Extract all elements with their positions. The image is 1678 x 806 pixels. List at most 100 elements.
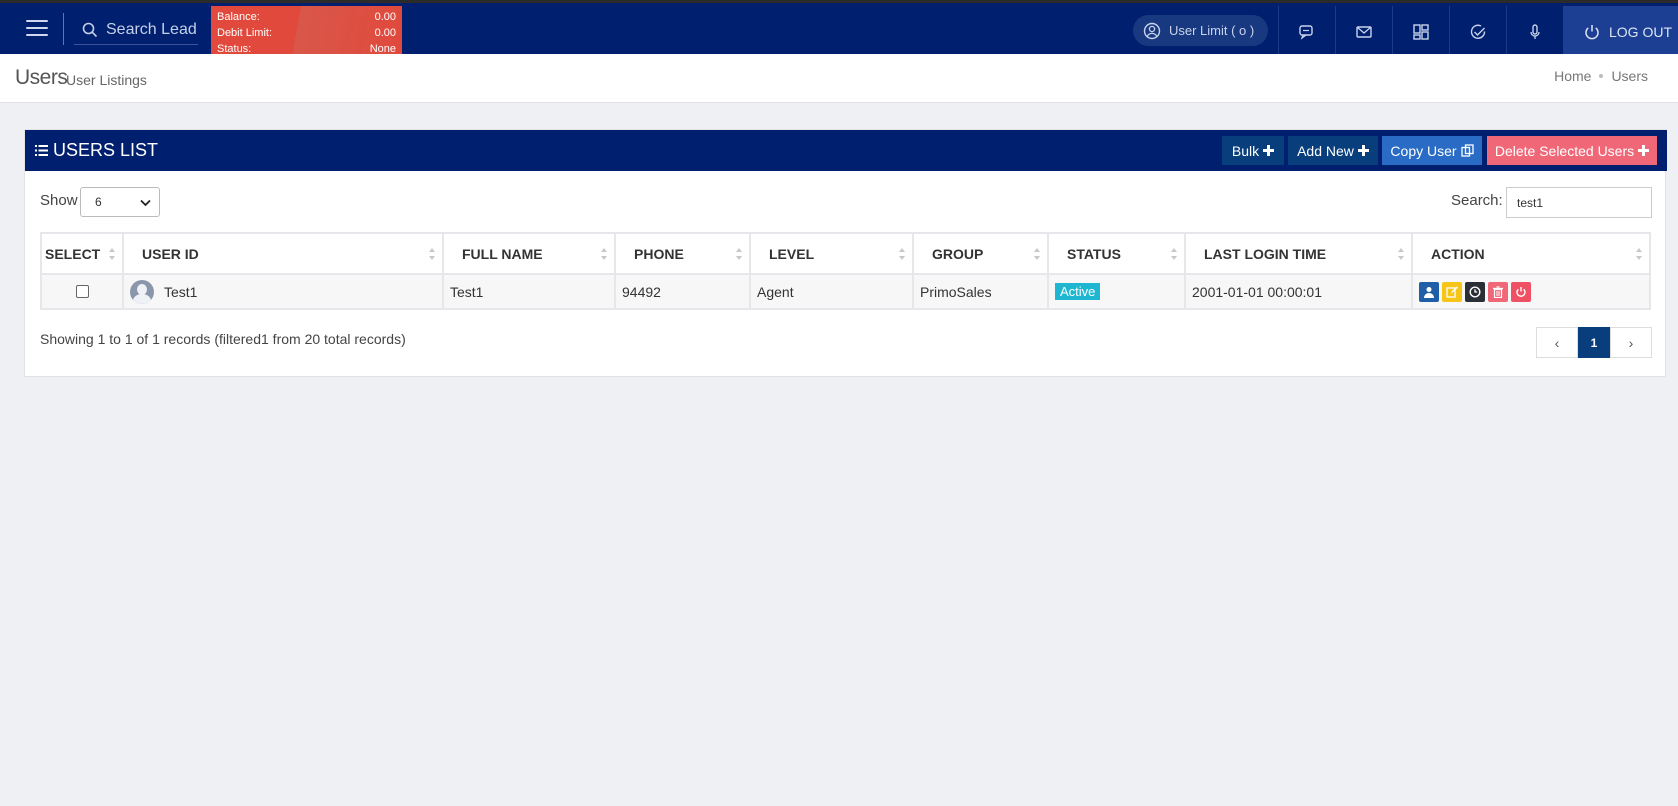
balance-label: Balance: [217,11,260,23]
column-label: ACTION [1431,245,1485,262]
column-label: SELECT [45,245,101,262]
mail-button[interactable] [1335,6,1392,57]
disable-user-button[interactable] [1511,281,1531,302]
search-label: Search: [1451,192,1503,209]
records-info: Showing 1 to 1 of 1 records (filtered1 f… [40,331,406,347]
search-icon [82,22,98,37]
trash-icon [1493,285,1503,298]
chevron-down-icon [140,199,151,207]
sort-icon [1398,248,1404,260]
power-icon [1585,24,1599,39]
show-entries-label: Show [40,192,78,209]
action-cell [1411,273,1651,310]
card-title: USERS LIST [35,140,158,161]
column-status[interactable]: STATUS [1047,232,1186,275]
show-entries-select[interactable]: 6 [80,187,160,217]
column-full-name[interactable]: FULL NAME [442,232,616,275]
plus-icon [1263,145,1275,156]
plus-icon [1357,145,1369,156]
column-phone[interactable]: PHONE [614,232,751,275]
delete-selected-label: Delete Selected Users [1494,142,1635,159]
plus-icon [1638,145,1650,156]
sort-icon [429,248,435,260]
sort-icon [736,248,742,260]
divider [63,13,64,45]
column-label: LEVEL [769,245,815,262]
user-limit-label: User Limit ( o ) [1169,23,1255,38]
card-header: USERS LIST Bulk Add New Copy User Delete… [25,130,1667,171]
sort-icon [601,248,607,260]
add-new-button[interactable]: Add New [1288,136,1378,165]
power-icon [1516,286,1526,297]
mail-icon [1356,25,1372,38]
clock-icon [1469,285,1481,298]
search-input[interactable]: test1 [1506,187,1652,218]
page-subtitle: User Listings [66,72,147,88]
user-icon [1424,286,1434,298]
delete-selected-users-button[interactable]: Delete Selected Users [1487,136,1657,165]
column-user-id[interactable]: USER ID [122,232,444,275]
breadcrumb-home[interactable]: Home [1554,68,1591,84]
pagination: ‹ 1 › [1536,327,1652,358]
select-cell [40,273,124,310]
dashboard-button[interactable] [1392,6,1449,57]
debit-limit-value: 0.00 [374,27,396,39]
microphone-button[interactable] [1506,6,1563,57]
debit-limit-label: Debit Limit: [217,27,273,39]
list-icon [35,145,48,156]
chat-icon [1299,24,1313,40]
column-group[interactable]: GROUP [912,232,1049,275]
pagination-next[interactable]: › [1610,327,1652,358]
delete-user-button[interactable] [1488,281,1508,302]
copy-user-button[interactable]: Copy User [1382,136,1482,165]
breadcrumb-separator [1599,74,1604,78]
page-title: Users [15,66,68,89]
status-badge: Active [1055,283,1101,300]
search-lead-placeholder: Search Lead [106,20,197,38]
tasks-button[interactable] [1449,6,1506,57]
login-history-button[interactable] [1465,281,1485,302]
users-table: SELECT USER ID FULL NAME PHONE LEVEL GRO… [40,232,1651,310]
column-label: USER ID [142,245,199,262]
column-select[interactable]: SELECT [40,232,124,275]
level-cell: Agent [749,273,914,310]
search-lead-input[interactable]: Search Lead [74,15,198,45]
logout-button[interactable]: LOG OUT [1563,6,1678,57]
column-level[interactable]: LEVEL [749,232,914,275]
breadcrumb: Home Users [1554,68,1648,84]
sort-icon [1636,248,1642,260]
column-label: FULL NAME [462,245,543,262]
top-navbar: Search Lead Balance: 0.00 Debit Limit: 0.0… [0,0,1678,57]
page-header: Users User Listings Home Users [0,54,1678,103]
status-cell: Active [1047,273,1186,310]
hamburger-menu-icon[interactable] [26,20,48,38]
column-action[interactable]: ACTION [1411,232,1651,275]
column-label: GROUP [932,245,984,262]
group-cell: PrimoSales [912,273,1049,310]
user-limit-button[interactable]: User Limit ( o ) [1133,15,1268,46]
copy-user-label: Copy User [1390,142,1457,159]
full-name-cell: Test1 [442,273,616,310]
dashboard-icon [1413,23,1429,40]
column-label: PHONE [634,245,684,262]
column-label: STATUS [1067,245,1121,262]
logout-label: LOG OUT [1609,23,1673,40]
bulk-button[interactable]: Bulk [1222,136,1284,165]
edit-icon [1446,286,1458,298]
sort-icon [109,248,115,260]
table-header-row: SELECT USER ID FULL NAME PHONE LEVEL GRO… [40,232,1651,275]
balance-panel: Balance: 0.00 Debit Limit: 0.00 Status: Non… [211,6,402,57]
column-label: LAST LOGIN TIME [1204,245,1327,262]
balance-value: 0.00 [374,11,396,23]
bulk-label: Bulk [1231,142,1260,159]
view-user-button[interactable] [1419,281,1439,302]
pagination-page-1[interactable]: 1 [1578,327,1610,358]
check-circle-icon [1470,24,1486,39]
pagination-prev[interactable]: ‹ [1536,327,1578,358]
row-select-checkbox[interactable] [76,285,89,298]
user-id-text: Test1 [164,283,198,300]
chat-button[interactable] [1278,6,1335,57]
sort-icon [899,248,905,260]
edit-user-button[interactable] [1442,281,1462,302]
column-last-login-time[interactable]: LAST LOGIN TIME [1184,232,1413,275]
